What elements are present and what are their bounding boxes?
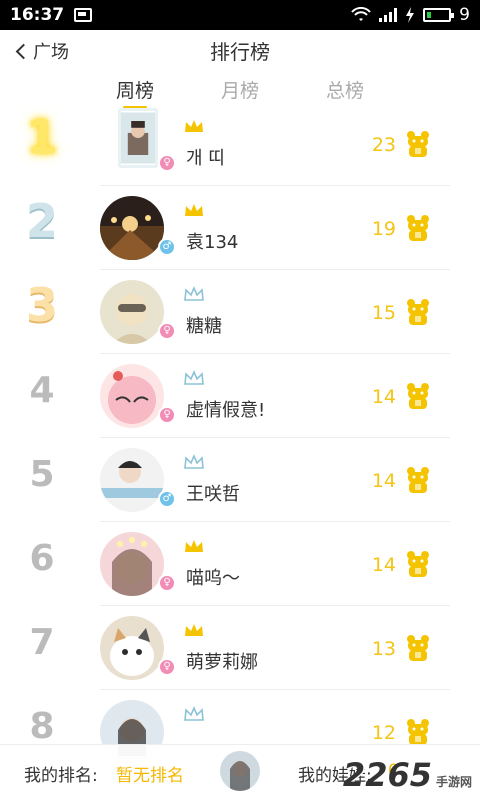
doll-count: 14 <box>371 470 396 492</box>
doll-count: 23 <box>371 134 396 156</box>
ranking-list: 1 ♀ 개 띠 23 2 ♂ 袁134 19 3 ♀ 糖糖 15 4 ♀ 虚情假… <box>0 102 480 774</box>
female-icon: ♀ <box>158 574 176 592</box>
ranking-row[interactable]: 4 ♀ 虚情假意! 14 <box>0 354 480 438</box>
user-name: 개 띠 <box>186 148 225 169</box>
bear-icon <box>407 467 429 493</box>
crown-icon <box>184 286 204 301</box>
doll-count: 14 <box>371 554 396 576</box>
male-icon: ♂ <box>158 238 176 256</box>
crown-icon <box>185 120 203 132</box>
watermark-main: 2265 <box>342 756 432 794</box>
crown-icon <box>185 540 203 552</box>
rank-number: 5 <box>29 454 55 495</box>
ranking-row[interactable]: 5 ♂ 王咲哲 14 <box>0 438 480 522</box>
user-name: 萌萝莉娜 <box>186 652 258 673</box>
ranking-row[interactable]: 1 ♀ 개 띠 23 <box>0 102 480 186</box>
avatar[interactable] <box>100 196 164 260</box>
bear-icon <box>407 551 429 577</box>
crown-icon <box>184 706 204 721</box>
avatar[interactable] <box>100 280 164 344</box>
female-icon: ♀ <box>158 154 176 172</box>
bear-icon <box>407 719 429 745</box>
watermark-sub: 手游网 <box>435 775 472 789</box>
notification-icon <box>74 8 93 22</box>
charging-icon <box>406 7 415 23</box>
nav-bar: 广场 排行榜 <box>0 30 480 70</box>
my-rank-label: 我的排名: <box>24 766 98 786</box>
tab-total[interactable]: 总榜 <box>326 76 364 103</box>
my-avatar[interactable] <box>220 751 260 791</box>
crown-icon <box>185 624 203 636</box>
doll-count: 13 <box>371 638 396 660</box>
rank-number: 3 <box>25 278 58 332</box>
ranking-row[interactable]: 6 ♀ 喵呜～ 14 <box>0 522 480 606</box>
avatar[interactable] <box>100 532 164 596</box>
avatar[interactable] <box>118 108 158 168</box>
status-icons: 9 <box>351 5 470 25</box>
ranking-row[interactable]: 7 ♀ 萌萝莉娜 13 <box>0 606 480 690</box>
tab-label: 月榜 <box>221 80 260 102</box>
doll-count: 14 <box>371 386 396 408</box>
avatar[interactable] <box>100 616 164 680</box>
female-icon: ♀ <box>158 658 176 676</box>
bear-icon <box>407 383 429 409</box>
rank-number: 7 <box>29 622 55 663</box>
crown-icon <box>184 370 204 385</box>
tab-label: 总榜 <box>326 80 365 102</box>
user-name: 喵呜～ <box>186 568 240 589</box>
my-rank-value: 暂无排名 <box>116 766 184 786</box>
female-icon: ♀ <box>158 406 176 424</box>
rank-number: 8 <box>29 706 55 747</box>
status-bar: 16:37 9 <box>0 0 480 30</box>
doll-count: 19 <box>371 218 396 240</box>
avatar[interactable] <box>100 448 164 512</box>
rank-number: 2 <box>25 194 58 248</box>
rank-number: 4 <box>29 370 55 411</box>
crown-icon <box>184 454 204 469</box>
battery-level: 9 <box>459 5 470 25</box>
tab-weekly[interactable]: 周榜 <box>116 76 155 109</box>
wifi-icon <box>351 7 371 21</box>
bear-icon <box>407 635 429 661</box>
user-name: 糖糖 <box>186 316 222 337</box>
doll-count: 15 <box>371 302 396 324</box>
user-name: 王咲哲 <box>186 484 240 505</box>
ranking-row[interactable]: 2 ♂ 袁134 19 <box>0 186 480 270</box>
male-icon: ♂ <box>158 490 176 508</box>
user-name: 袁134 <box>186 232 239 253</box>
user-name: 虚情假意! <box>186 400 266 421</box>
tab-monthly[interactable]: 月榜 <box>221 76 259 103</box>
bear-icon <box>407 131 429 157</box>
ranking-row[interactable]: 3 ♀ 糖糖 15 <box>0 270 480 354</box>
battery-icon <box>423 8 455 22</box>
bear-icon <box>407 215 429 241</box>
my-rank-footer: 我的排名: 暂无排名 我的娃娃: 0 2265 手游网 <box>0 744 480 800</box>
tab-label: 周榜 <box>116 80 155 102</box>
avatar[interactable] <box>100 364 164 428</box>
rank-number: 1 <box>25 110 58 164</box>
female-icon: ♀ <box>158 322 176 340</box>
page-title: 排行榜 <box>210 40 270 64</box>
signal-icon <box>379 8 398 22</box>
crown-icon <box>185 204 203 216</box>
site-watermark: 2265 手游网 <box>343 756 472 794</box>
status-time: 16:37 <box>10 5 65 25</box>
doll-count: 12 <box>371 722 396 744</box>
rank-number: 6 <box>29 538 55 579</box>
bear-icon <box>407 299 429 325</box>
